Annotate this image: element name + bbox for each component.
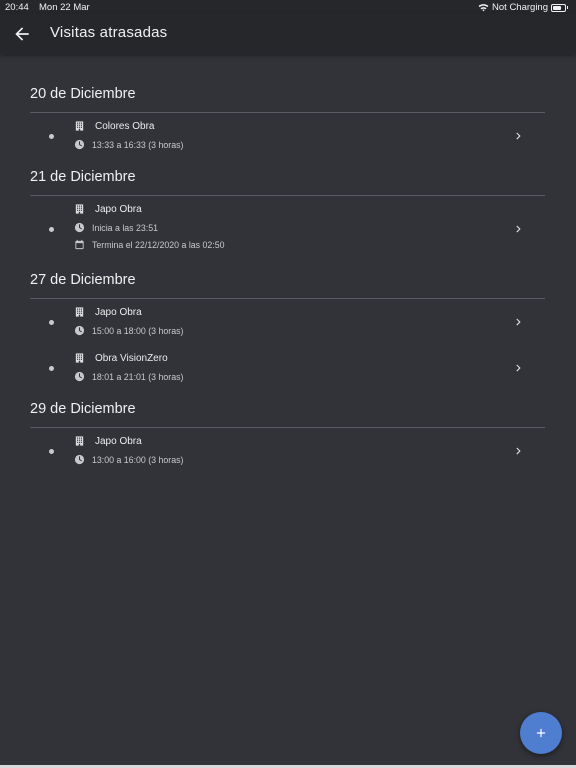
- status-time: 20:44: [5, 2, 29, 13]
- building-icon: [74, 120, 85, 132]
- visit-name-line: Japo Obra: [74, 306, 142, 318]
- bullet-dot: [49, 366, 54, 371]
- visit-detail-line: 13:33 a 16:33 (3 horas): [74, 139, 183, 150]
- building-icon: [74, 435, 85, 447]
- visit-list-item[interactable]: Colores Obra 13:33 a 16:33 (3 horas): [30, 113, 545, 159]
- visit-name-line: Japo Obra: [74, 203, 142, 215]
- section-date-header: 20 de Diciembre: [30, 86, 136, 102]
- visit-name: Japo Obra: [95, 203, 142, 215]
- clock-icon: [74, 222, 85, 233]
- visit-name: Colores Obra: [95, 120, 155, 132]
- building-icon: [74, 352, 85, 364]
- chevron-right-icon: [513, 222, 525, 236]
- battery-nub: [567, 6, 568, 9]
- visit-name: Japo Obra: [95, 306, 142, 318]
- visit-name: Japo Obra: [95, 435, 142, 447]
- building-icon: [74, 306, 85, 318]
- bullet-dot: [49, 320, 54, 325]
- visit-detail-line: Inicia a las 23:51: [74, 222, 158, 233]
- add-visit-button[interactable]: [520, 712, 562, 754]
- visit-name-line: Japo Obra: [74, 435, 142, 447]
- section-date-header: 29 de Diciembre: [30, 401, 136, 417]
- visit-detail-line: Termina el 22/12/2020 a las 02:50: [74, 239, 225, 250]
- section-date-header: 21 de Diciembre: [30, 169, 136, 185]
- bullet-dot: [49, 449, 54, 454]
- visit-detail-line: 18:01 a 21:01 (3 horas): [74, 371, 183, 382]
- visit-detail-text: Inicia a las 23:51: [92, 222, 159, 233]
- calendar-icon: [74, 239, 85, 250]
- building-icon: [74, 203, 85, 215]
- clock-icon: [74, 139, 85, 150]
- status-right: Not Charging: [478, 2, 568, 13]
- visit-detail-text: 13:00 a 16:00 (3 horas): [92, 454, 184, 465]
- page-title: Visitas atrasadas: [50, 24, 168, 41]
- visit-name: Obra VisionZero: [95, 352, 168, 364]
- bullet-dot: [49, 227, 54, 232]
- visit-name-line: Obra VisionZero: [74, 352, 168, 364]
- chevron-right-icon: [513, 444, 525, 458]
- visit-detail-text: 18:01 a 21:01 (3 horas): [92, 371, 184, 382]
- status-bar: 20:44 Mon 22 Mar Not Charging: [0, 0, 576, 14]
- visit-list-item[interactable]: Japo Obra 15:00 a 18:00 (3 horas): [30, 299, 545, 345]
- app-bar: Visitas atrasadas: [0, 14, 576, 54]
- visit-list-item[interactable]: Japo Obra Inicia a las 23:51 Termina el 22…: [30, 196, 545, 262]
- visit-detail-text: 13:33 a 16:33 (3 horas): [92, 139, 184, 150]
- visit-detail-text: Termina el 22/12/2020 a las 02:50: [92, 239, 225, 250]
- chevron-right-icon: [513, 361, 525, 375]
- chevron-right-icon: [513, 315, 525, 329]
- visit-list-item[interactable]: Obra VisionZero 18:01 a 21:01 (3 horas): [30, 345, 545, 391]
- visit-detail-text: 15:00 a 18:00 (3 horas): [92, 325, 184, 336]
- clock-icon: [74, 454, 85, 465]
- visit-list-item[interactable]: Japo Obra 13:00 a 16:00 (3 horas): [30, 428, 545, 474]
- battery-icon: [551, 3, 566, 12]
- status-date: Mon 22 Mar: [39, 2, 90, 13]
- clock-icon: [74, 325, 85, 336]
- section-date-header: 27 de Diciembre: [30, 272, 136, 288]
- visit-detail-line: 15:00 a 18:00 (3 horas): [74, 325, 183, 336]
- plus-icon: [536, 728, 546, 738]
- charging-status: Not Charging: [492, 2, 548, 13]
- visit-name-line: Colores Obra: [74, 120, 154, 132]
- visit-detail-line: 13:00 a 16:00 (3 horas): [74, 454, 183, 465]
- arrow-back-icon: [15, 27, 29, 41]
- wifi-icon: [478, 3, 489, 11]
- clock-icon: [74, 371, 85, 382]
- bullet-dot: [49, 134, 54, 139]
- back-button[interactable]: [12, 24, 32, 44]
- chevron-right-icon: [513, 129, 525, 143]
